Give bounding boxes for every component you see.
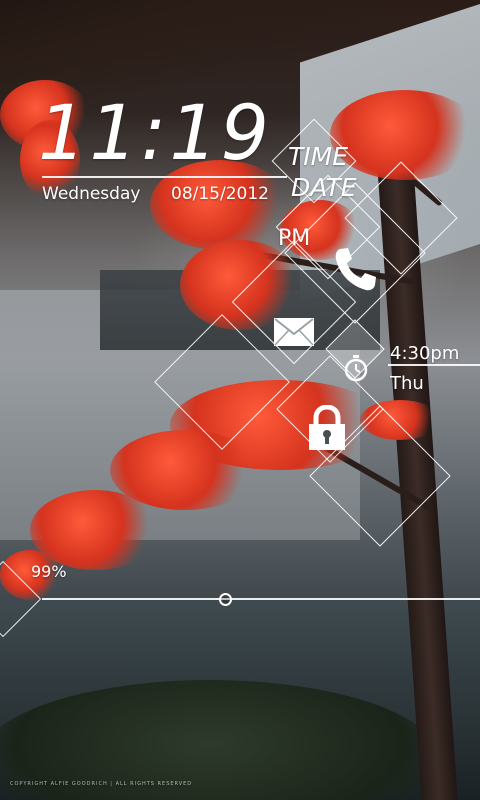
copyright-text: COPYRIGHT ALFIE GOODRICH | ALL RIGHTS RE… — [10, 781, 193, 787]
lock-icon — [309, 405, 345, 450]
clock-time: 11:19 — [38, 88, 273, 177]
mail-icon — [274, 318, 314, 346]
alarm-day: Thu — [390, 373, 424, 394]
stopwatch-icon — [344, 355, 368, 382]
date-label: DATE — [291, 173, 357, 202]
alarm-time: 4:30pm — [390, 343, 460, 364]
ampm-indicator: PM — [278, 226, 311, 251]
time-label: TIME — [288, 142, 349, 171]
alarm-divider — [388, 364, 480, 366]
clock-date: 08/15/2012 — [171, 184, 269, 204]
phone-icon — [335, 248, 376, 291]
battery-level: 99% — [31, 562, 67, 581]
unlock-slider-knob[interactable] — [219, 593, 232, 606]
unlock-slider-track[interactable] — [42, 598, 480, 600]
clock-day: Wednesday — [42, 184, 141, 204]
